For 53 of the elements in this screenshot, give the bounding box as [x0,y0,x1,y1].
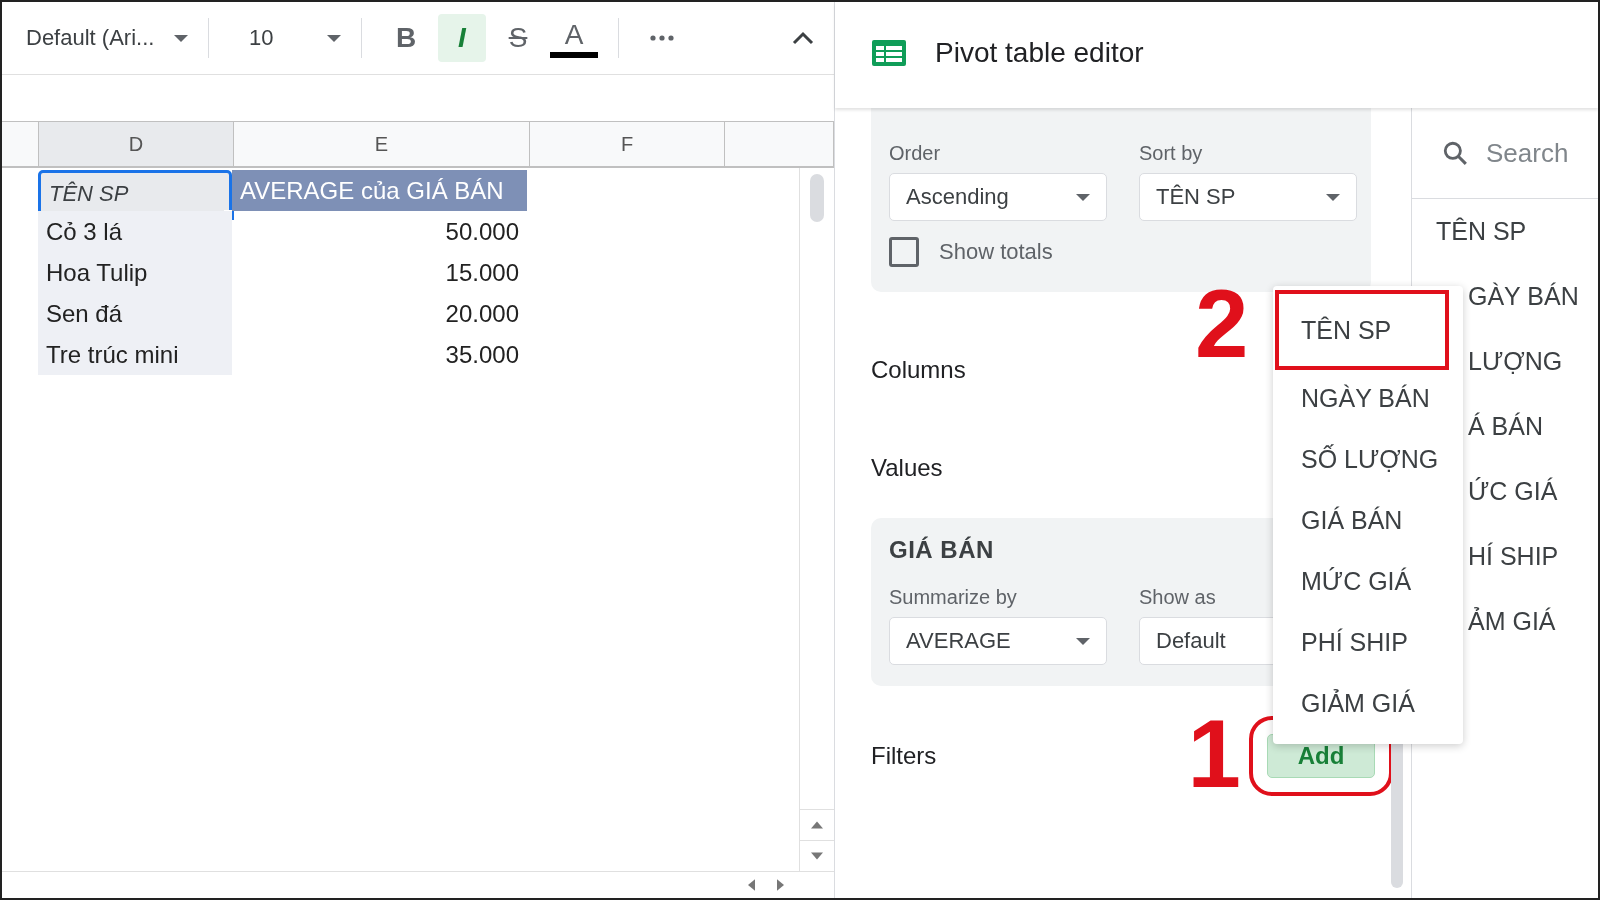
panel-title: Pivot table editor [935,37,1144,69]
table-cell: Hoa Tulip [38,252,232,293]
font-size-dropdown[interactable]: 10 [249,25,319,51]
font-dropdown[interactable]: Default (Ari... [26,25,166,51]
menu-item[interactable]: GIÁ BÁN [1273,490,1463,551]
bold-button[interactable]: B [382,14,430,62]
sort-dropdown[interactable]: TÊN SP [1139,173,1357,221]
table-cell: Tre trúc mini [38,334,232,375]
section-label: Filters [871,742,937,770]
summarize-dropdown[interactable]: AVERAGE [889,617,1107,665]
table-cell-text: 35.000 [444,339,520,370]
scroll-right-icon[interactable] [777,879,784,891]
collapse-icon[interactable] [792,31,814,45]
caret-icon [174,34,188,42]
field-list-item[interactable]: TÊN SP [1412,199,1598,264]
menu-item[interactable]: MỨC GIÁ [1273,551,1463,612]
more-icon[interactable] [649,35,675,41]
text-color-button[interactable]: A [550,18,598,58]
table-cell: AVERAGE của GIÁ BÁN [232,170,527,211]
order-dropdown[interactable]: Ascending [889,173,1107,221]
scroll-left-icon[interactable] [748,879,755,891]
caret-icon [327,34,341,42]
value-title: GIÁ BÁN [889,536,995,564]
menu-item[interactable]: SỐ LƯỢNG [1273,429,1463,490]
step-number: 1 [1187,706,1241,802]
table-cell-text: 15.000 [444,257,520,288]
search-icon [1442,140,1468,166]
field-label: Summarize by [889,586,1018,609]
menu-item[interactable]: GIẢM GIÁ [1273,673,1463,734]
column-header[interactable]: E [234,122,530,166]
table-cell-text: 50.000 [444,216,520,247]
italic-button[interactable]: I [438,14,486,62]
table-cell: Sen đá [38,293,232,334]
field-label: Show as [1139,586,1217,609]
field-label: Order [889,142,942,165]
field-label: Sort by [1139,142,1204,165]
checkbox-label: Show totals [939,239,1053,265]
column-header[interactable]: D [39,122,234,166]
table-cell-text: 20.000 [444,298,520,329]
menu-item[interactable]: TÊN SP [1277,292,1447,368]
step-number: 2 [1195,276,1249,372]
spreadsheet-icon [871,39,907,67]
table-cell: Cỏ 3 lá [38,211,232,252]
caret-icon [1076,637,1090,645]
scrollbar-thumb[interactable] [810,174,824,222]
column-header[interactable]: F [530,122,725,166]
section-label: Values [871,454,943,482]
caret-icon [1326,193,1340,201]
section-label: Columns [871,356,966,384]
strikethrough-button[interactable]: S [494,14,542,62]
checkbox[interactable] [889,237,919,267]
menu-item[interactable]: NGÀY BÁN [1273,368,1463,429]
caret-icon [1076,193,1090,201]
